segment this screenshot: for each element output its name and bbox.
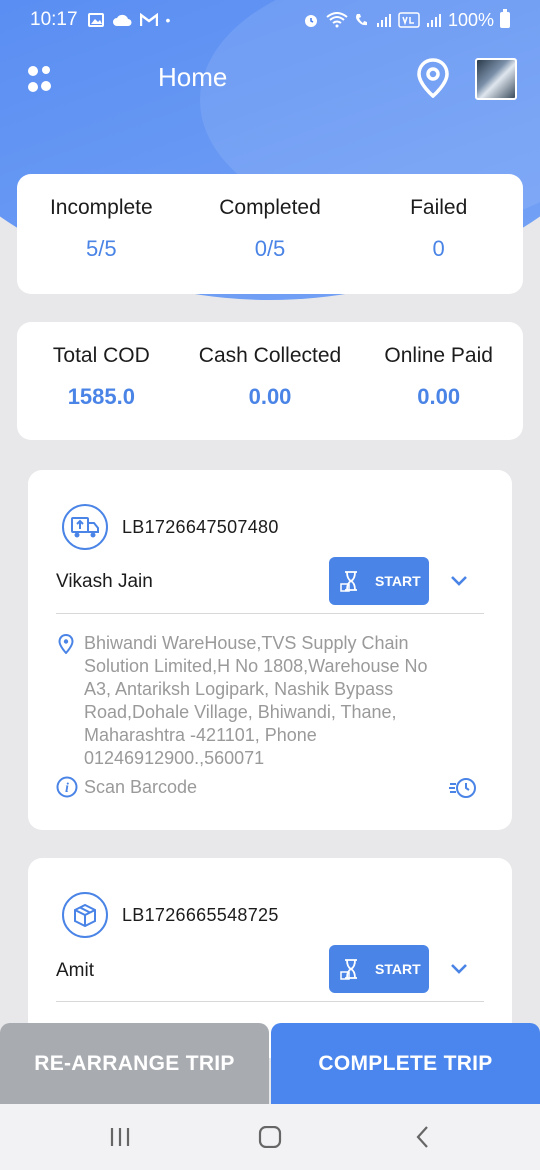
scan-barcode-label: Scan Barcode	[84, 776, 198, 797]
stat-value: 5/5	[86, 236, 117, 261]
status-time: 10:17	[30, 9, 78, 30]
divider	[56, 613, 484, 614]
battery-icon	[500, 9, 510, 28]
stat-total-cod: Total COD 1585.0	[17, 322, 186, 440]
divider	[56, 1001, 484, 1002]
alarm-icon	[304, 15, 317, 27]
hourglass-box-icon	[340, 959, 357, 980]
chevron-down-icon[interactable]	[448, 958, 470, 980]
stat-value: 0.00	[248, 384, 292, 409]
stat-value: 1585.0	[67, 384, 135, 409]
stat-incomplete: Incomplete 5/5	[17, 174, 186, 294]
stat-failed: Failed 0	[354, 174, 523, 294]
volte-icon	[398, 12, 420, 28]
wifi-icon	[326, 12, 348, 28]
trip-awb: LB1726665548725	[122, 905, 279, 925]
rearrange-trip-button[interactable]: RE-ARRANGE TRIP	[0, 1023, 269, 1105]
delivery-truck-icon	[62, 504, 108, 550]
cod-summary: Total COD 1585.0 Cash Collected 0.00 Onl…	[17, 322, 523, 440]
app-header: Home	[0, 50, 540, 106]
stat-label: Incomplete	[49, 196, 153, 219]
trip-card[interactable]: LB1726647507480 Vikash Jain START Bhiwan…	[28, 470, 512, 830]
stat-label: Completed	[219, 196, 321, 219]
menu-icon[interactable]	[24, 64, 54, 94]
start-button[interactable]: START	[329, 557, 429, 605]
back-icon[interactable]	[412, 1126, 436, 1148]
stat-cash-collected: Cash Collected 0.00	[186, 322, 355, 440]
trip-awb: LB1726647507480	[122, 517, 279, 537]
trip-status-summary: Incomplete 5/5 Completed 0/5 Failed 0	[17, 174, 523, 294]
stat-online-paid: Online Paid 0.00	[354, 322, 523, 440]
info-icon: i	[56, 776, 78, 798]
start-label: START	[375, 961, 421, 977]
start-label: START	[375, 573, 421, 589]
location-pin-icon	[58, 634, 74, 654]
chevron-down-icon[interactable]	[448, 570, 470, 592]
wifi-call-icon	[355, 14, 367, 26]
complete-trip-button[interactable]: COMPLETE TRIP	[271, 1023, 540, 1105]
gallery-icon	[87, 13, 104, 27]
start-button[interactable]: START	[329, 945, 429, 993]
location-pin-icon[interactable]	[416, 58, 450, 98]
avatar[interactable]	[475, 58, 517, 100]
stat-label: Total COD	[52, 344, 150, 367]
customer-name: Amit	[56, 960, 94, 981]
stat-value: 0/5	[254, 236, 286, 261]
gmail-icon	[139, 13, 158, 26]
stat-completed: Completed 0/5	[186, 174, 355, 294]
stat-label: Cash Collected	[198, 344, 342, 367]
hourglass-box-icon	[340, 571, 357, 592]
stat-value: 0.00	[417, 384, 461, 409]
cloud-icon	[112, 14, 132, 26]
page-title: Home	[158, 62, 228, 92]
package-box-icon	[62, 892, 108, 938]
scan-barcode-link[interactable]: i Scan Barcode	[56, 776, 197, 798]
status-bar: 10:17 • 100%	[0, 0, 540, 40]
delivery-address: Bhiwandi WareHouse,TVS Supply Chain Solu…	[84, 633, 428, 768]
svg-text:i: i	[65, 781, 69, 796]
battery-level: 100%	[447, 9, 494, 30]
home-icon[interactable]	[258, 1126, 282, 1148]
stat-value: 0	[432, 236, 445, 261]
recent-apps-icon[interactable]	[108, 1126, 132, 1148]
notification-dot: •	[165, 12, 171, 28]
customer-name: Vikash Jain	[56, 571, 153, 592]
signal-icon	[376, 14, 391, 27]
stat-label: Online Paid	[384, 344, 493, 367]
system-nav-bar	[0, 1104, 540, 1170]
history-icon[interactable]	[448, 776, 478, 800]
stat-label: Failed	[410, 196, 468, 219]
signal-icon-2	[426, 14, 441, 27]
